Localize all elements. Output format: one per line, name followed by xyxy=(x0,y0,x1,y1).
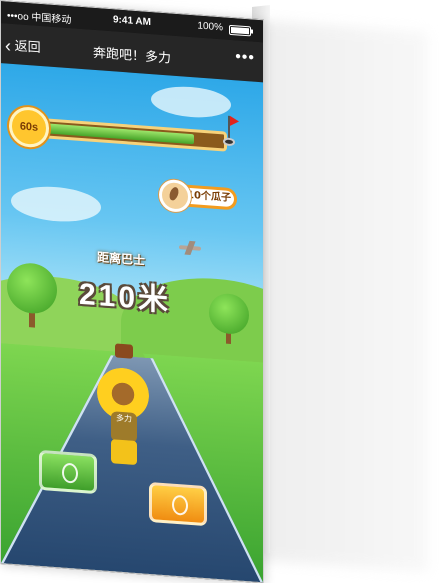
timer-badge: 60s xyxy=(9,105,49,149)
battery-percent: 100% xyxy=(197,20,223,34)
footprint-icon xyxy=(62,462,78,484)
progress-bar xyxy=(43,118,227,152)
battery-icon xyxy=(229,24,251,37)
right-step-button[interactable] xyxy=(149,481,207,527)
finish-flag-icon xyxy=(223,115,239,147)
cloud xyxy=(11,183,101,225)
runner-legs xyxy=(111,439,137,466)
sunflower-runner: 多力 xyxy=(97,366,157,470)
seed-counter: 10个瓜子 xyxy=(159,178,237,215)
bus-icon xyxy=(115,343,133,359)
cloud xyxy=(151,84,231,120)
game-canvas: 60s 10个瓜子 距离巴士 210米 多力 xyxy=(1,63,263,583)
progress-fill xyxy=(48,123,194,145)
more-menu-button[interactable]: ••• xyxy=(235,48,255,67)
runner-shirt: 多力 xyxy=(111,411,137,444)
left-step-button[interactable] xyxy=(39,449,97,495)
footprint-icon xyxy=(172,494,188,516)
distance-label: 距离巴士 xyxy=(97,250,146,268)
phone-screen: •••oo 中国移动 9:41 AM 100% ‹ 返回 奔跑吧！多力 ••• … xyxy=(0,0,264,583)
phone-mockup: •••oo 中国移动 9:41 AM 100% ‹ 返回 奔跑吧！多力 ••• … xyxy=(0,0,439,583)
distance-value: 210米 xyxy=(79,277,172,318)
